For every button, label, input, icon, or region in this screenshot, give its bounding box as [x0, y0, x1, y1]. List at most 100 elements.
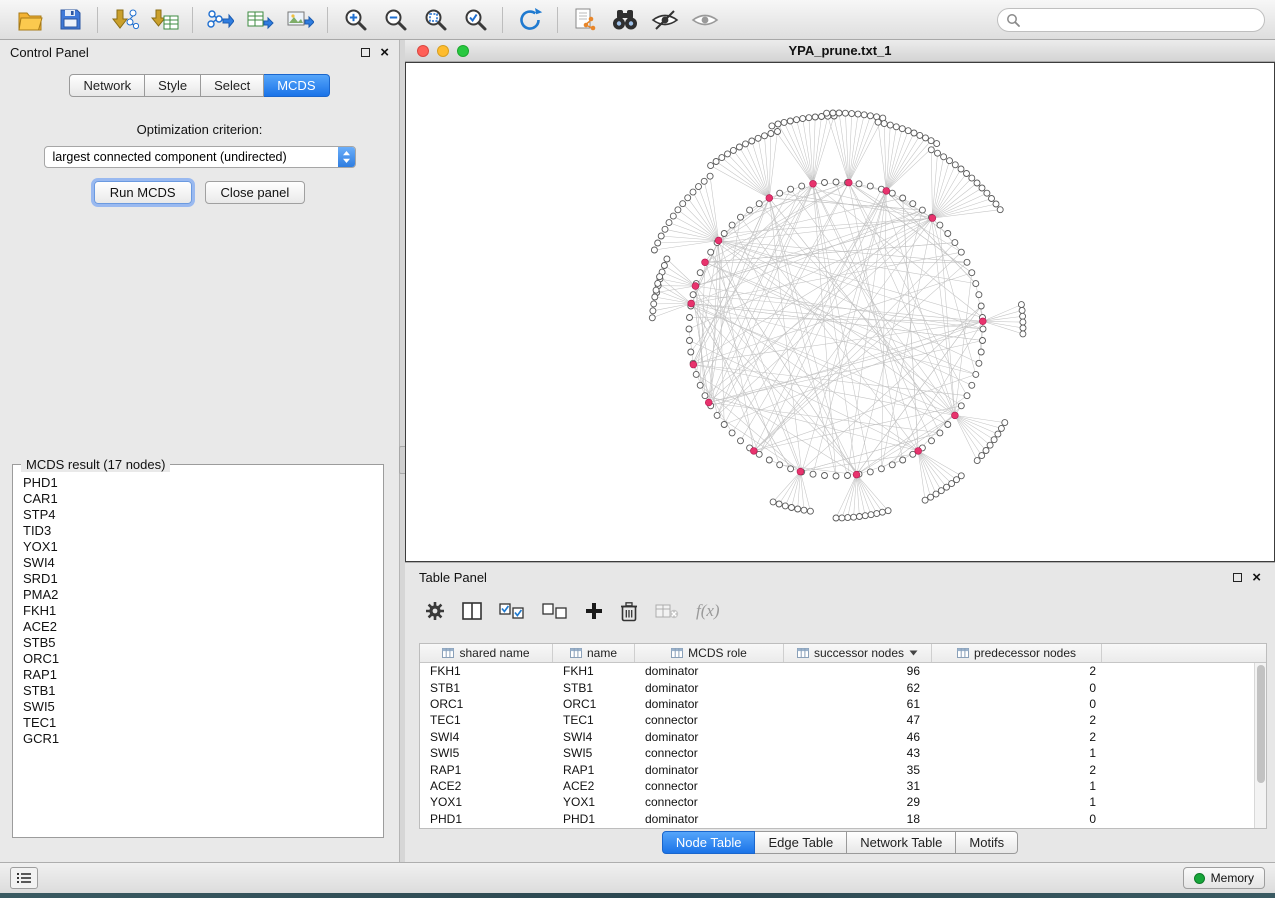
zoom-in-button[interactable] [335, 3, 375, 37]
table-row[interactable]: ORC1 ORC1 dominator 61 0 [420, 696, 1254, 712]
delete-column-button[interactable] [620, 601, 638, 622]
table-row[interactable]: STB1 STB1 dominator 62 0 [420, 679, 1254, 695]
tab-network-table[interactable]: Network Table [847, 831, 956, 854]
mcds-result-item[interactable]: TID3 [23, 523, 383, 539]
find-button[interactable] [605, 3, 645, 37]
run-mcds-button[interactable]: Run MCDS [94, 181, 192, 204]
table-cell: 2 [932, 713, 1102, 727]
close-panel-icon[interactable]: × [380, 45, 389, 60]
mcds-result-item[interactable]: PMA2 [23, 587, 383, 603]
table-settings-button[interactable] [425, 601, 445, 621]
minimize-window-icon[interactable] [437, 45, 449, 57]
deselect-all-columns-button[interactable] [542, 603, 568, 620]
tab-node-table[interactable]: Node Table [662, 831, 756, 854]
network-canvas-svg[interactable] [406, 63, 1274, 561]
zoom-out-button[interactable] [375, 3, 415, 37]
mcds-result-item[interactable]: ACE2 [23, 619, 383, 635]
memory-button[interactable]: Memory [1183, 867, 1265, 889]
column-header-name[interactable]: name [553, 644, 635, 662]
zoom-in-icon [343, 7, 368, 32]
mcds-result-item[interactable]: STB1 [23, 683, 383, 699]
create-column-button[interactable] [585, 602, 603, 620]
export-table-button[interactable] [240, 3, 280, 37]
column-header-successor-nodes[interactable]: successor nodes [784, 644, 932, 662]
table-row[interactable]: ACE2 ACE2 connector 31 1 [420, 778, 1254, 794]
show-columns-button[interactable] [462, 602, 482, 620]
close-window-icon[interactable] [417, 45, 429, 57]
status-bar: Memory [0, 862, 1275, 893]
show-panel-list-button[interactable] [10, 867, 38, 889]
column-header-predecessor-nodes[interactable]: predecessor nodes [932, 644, 1102, 662]
hide-details-button[interactable] [645, 3, 685, 37]
import-network-button[interactable] [105, 3, 145, 37]
mcds-result-item[interactable]: FKH1 [23, 603, 383, 619]
tab-motifs[interactable]: Motifs [956, 831, 1018, 854]
open-session-button[interactable] [10, 3, 50, 37]
table-scrollbar[interactable] [1254, 663, 1266, 828]
float-table-panel-icon[interactable] [1233, 573, 1242, 582]
function-builder-button[interactable]: f(x) [696, 601, 720, 621]
memory-label: Memory [1211, 871, 1254, 885]
criterion-dropdown[interactable]: largest connected component (undirected) [44, 146, 356, 168]
mcds-result-item[interactable]: STP4 [23, 507, 383, 523]
table-panel: Table Panel × [405, 562, 1275, 862]
table-row[interactable]: RAP1 RAP1 dominator 35 2 [420, 761, 1254, 777]
table-scrollbar-thumb[interactable] [1257, 665, 1265, 783]
export-image-button[interactable] [280, 3, 320, 37]
network-window-titlebar[interactable]: YPA_prune.txt_1 [405, 40, 1275, 62]
table-row[interactable]: TEC1 TEC1 connector 47 2 [420, 712, 1254, 728]
tab-style[interactable]: Style [145, 74, 201, 97]
table-cell: 0 [932, 812, 1102, 826]
close-table-panel-icon[interactable]: × [1252, 570, 1261, 585]
tab-select[interactable]: Select [201, 74, 264, 97]
mcds-result-item[interactable]: SRD1 [23, 571, 383, 587]
mcds-result-item[interactable]: PHD1 [23, 475, 383, 491]
table-row[interactable]: YOX1 YOX1 connector 29 1 [420, 794, 1254, 810]
table-row[interactable]: SWI4 SWI4 dominator 46 2 [420, 729, 1254, 745]
zoom-fit-button[interactable] [415, 3, 455, 37]
mcds-result-list[interactable]: PHD1CAR1STP4TID3YOX1SWI4SRD1PMA2FKH1ACE2… [13, 465, 383, 747]
column-header-shared-name[interactable]: shared name [420, 644, 553, 662]
show-details-button[interactable] [685, 3, 725, 37]
mcds-result-item[interactable]: TEC1 [23, 715, 383, 731]
zoom-selected-icon [463, 7, 488, 32]
search-input[interactable] [1020, 10, 1264, 30]
table-row[interactable]: SWI5 SWI5 connector 43 1 [420, 745, 1254, 761]
refresh-button[interactable] [510, 3, 550, 37]
save-session-button[interactable] [50, 3, 90, 37]
mcds-result-item[interactable]: SWI5 [23, 699, 383, 715]
mcds-result-item[interactable]: CAR1 [23, 491, 383, 507]
table-row[interactable]: FKH1 FKH1 dominator 96 2 [420, 663, 1254, 679]
tab-mcds[interactable]: MCDS [264, 74, 329, 97]
mcds-result-item[interactable]: GCR1 [23, 731, 383, 747]
maximize-window-icon[interactable] [457, 45, 469, 57]
mcds-result-item[interactable]: ORC1 [23, 651, 383, 667]
node-table-body: FKH1 FKH1 dominator 96 2 STB1 STB1 domin… [420, 663, 1254, 828]
folder-icon [17, 9, 43, 31]
mcds-result-item[interactable]: RAP1 [23, 667, 383, 683]
table-cell: ORC1 [553, 697, 635, 711]
criterion-dropdown-stepper[interactable] [338, 147, 355, 167]
document-network-button[interactable] [565, 3, 605, 37]
network-canvas[interactable] [405, 62, 1275, 562]
tab-edge-table[interactable]: Edge Table [755, 831, 847, 854]
column-type-icon [671, 648, 683, 658]
import-table-button[interactable] [145, 3, 185, 37]
float-panel-icon[interactable] [361, 48, 370, 57]
zoom-selected-button[interactable] [455, 3, 495, 37]
select-all-columns-button[interactable] [499, 603, 525, 620]
close-panel-button[interactable]: Close panel [205, 181, 306, 204]
search-field[interactable] [997, 8, 1265, 32]
table-row[interactable]: PHD1 PHD1 dominator 18 0 [420, 811, 1254, 827]
export-network-button[interactable] [200, 3, 240, 37]
column-header-mcds-role[interactable]: MCDS role [635, 644, 784, 662]
mcds-result-item[interactable]: YOX1 [23, 539, 383, 555]
table-cell: ACE2 [553, 779, 635, 793]
delete-table-button[interactable] [655, 603, 679, 620]
columns-icon [462, 602, 482, 620]
criterion-dropdown-value: largest connected component (undirected) [45, 150, 338, 164]
mcds-result-item[interactable]: SWI4 [23, 555, 383, 571]
table-cell: YOX1 [420, 795, 553, 809]
tab-network[interactable]: Network [69, 74, 145, 97]
mcds-result-item[interactable]: STB5 [23, 635, 383, 651]
